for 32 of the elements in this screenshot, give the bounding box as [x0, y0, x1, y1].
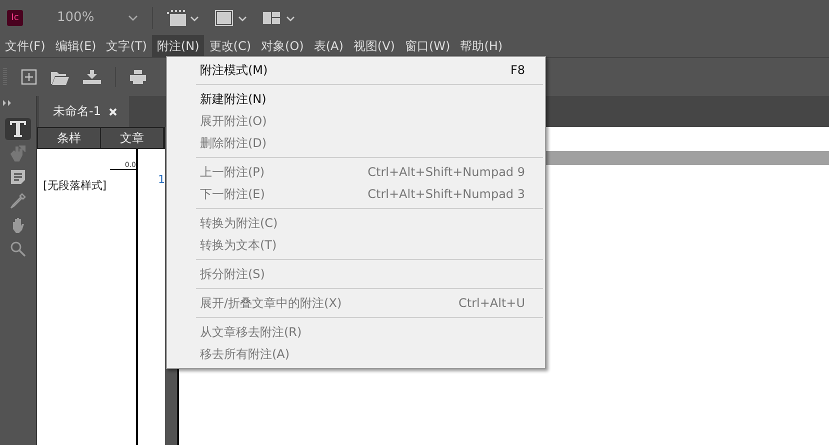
- menu-option[interactable]: 附注模式(M) F8: [167, 59, 545, 81]
- menu-item[interactable]: 文字(T): [101, 34, 152, 58]
- document-title: 未命名-1: [53, 103, 101, 120]
- menu-item[interactable]: 对象(O): [256, 34, 309, 58]
- menu-item[interactable]: 更改(C): [204, 34, 256, 58]
- folder-icon[interactable]: [51, 70, 69, 84]
- menu-item[interactable]: 视图(V): [348, 34, 400, 58]
- column-header[interactable]: 文章: [101, 128, 164, 148]
- menu-item[interactable]: 窗口(W): [400, 34, 456, 58]
- layout-icon[interactable]: [263, 10, 298, 26]
- download-icon[interactable]: [83, 70, 101, 84]
- menu-option[interactable]: 新建附注(N): [167, 88, 545, 110]
- print-icon[interactable]: [130, 70, 146, 84]
- screen-mode-icon[interactable]: [167, 10, 202, 26]
- column-header[interactable]: 条样: [38, 128, 101, 148]
- menu-item[interactable]: 编辑(E): [50, 34, 102, 58]
- grip-icon: [3, 67, 7, 87]
- paragraph-style-label: [无段落样式]: [43, 178, 107, 193]
- zoom-dropdown[interactable]: 100%: [37, 10, 138, 25]
- new-icon[interactable]: [21, 69, 37, 85]
- expand-icon[interactable]: [3, 100, 13, 106]
- chevron-icon: [128, 14, 138, 20]
- menu-item[interactable]: 文件(F): [0, 34, 50, 58]
- close-icon[interactable]: [108, 108, 117, 116]
- menu-item[interactable]: 表(A): [308, 34, 348, 58]
- frame-view-icon[interactable]: [215, 10, 250, 26]
- menu-item[interactable]: 附注(N): [152, 34, 204, 58]
- type-tool-icon[interactable]: [5, 118, 31, 140]
- menu-item[interactable]: 帮助(H): [455, 34, 508, 58]
- document-tab[interactable]: 未命名-1: [39, 96, 129, 127]
- line-number: 1: [158, 173, 165, 186]
- app-logo: Ic: [7, 10, 23, 26]
